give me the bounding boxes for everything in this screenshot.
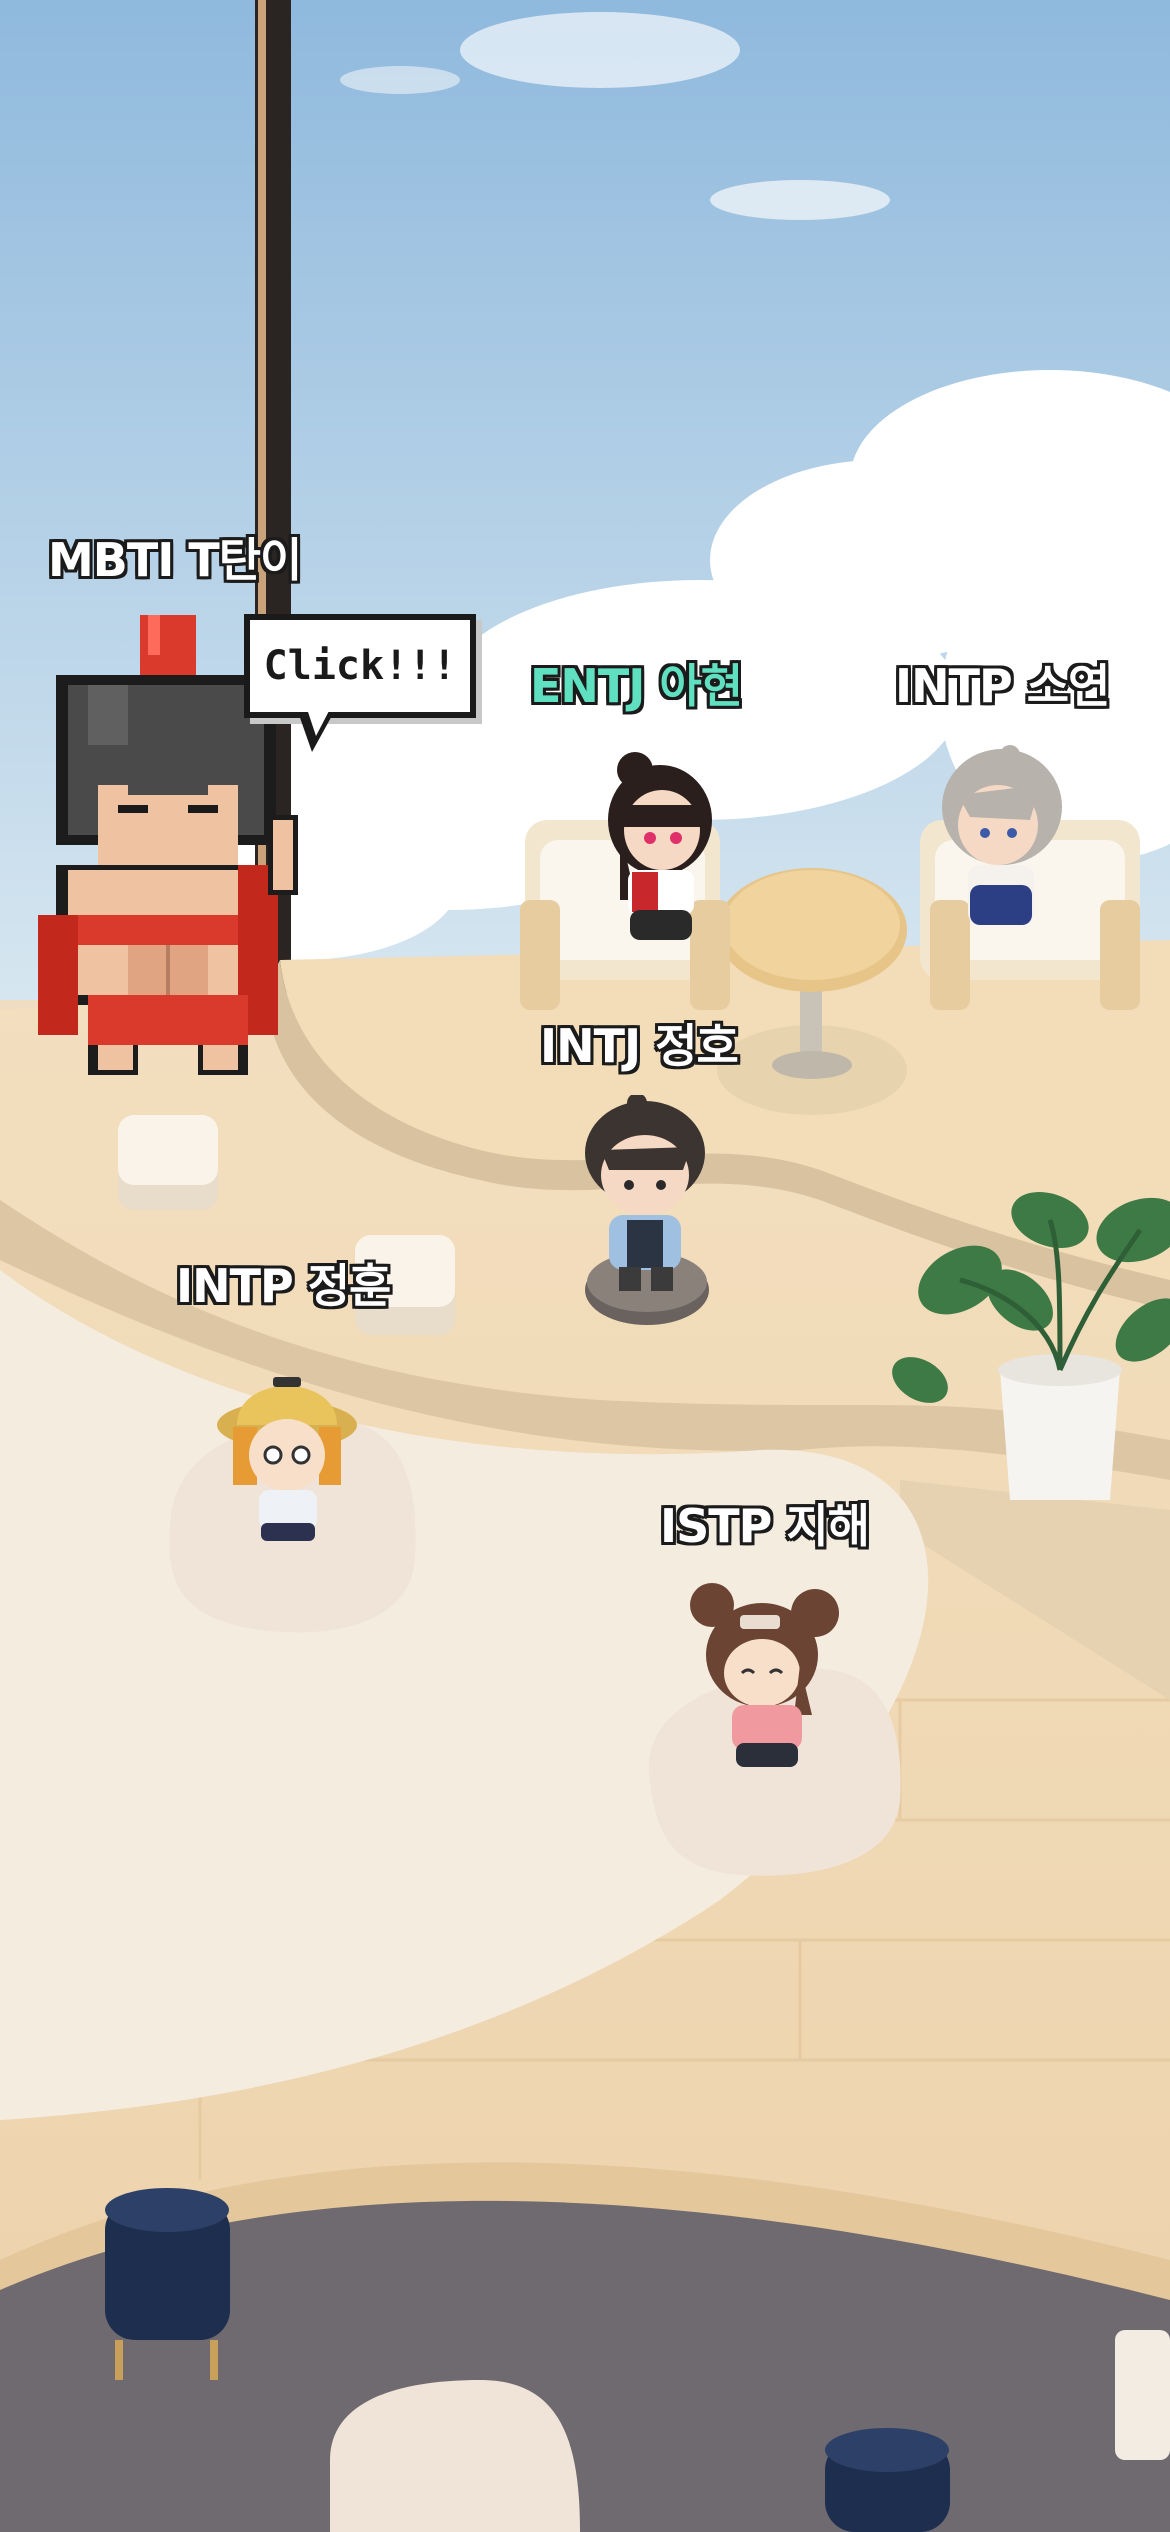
girl-dark-hair-icon: [608, 752, 712, 940]
cloud: [710, 180, 890, 220]
character-name-intp-jeonghun: INTP 정훈: [176, 1259, 391, 1313]
cloud: [340, 66, 460, 94]
character-name-entj: ENTJ 아현: [530, 659, 743, 713]
boy-dark-hair-icon: [585, 1093, 705, 1291]
character-intp-soyeon[interactable]: [930, 745, 1070, 945]
character-entj[interactable]: [590, 750, 720, 950]
bubble-text: Click!!!: [263, 643, 457, 689]
character-istp[interactable]: [690, 1575, 840, 1780]
character-intj[interactable]: [575, 1093, 715, 1305]
stool: [118, 1115, 218, 1210]
game-scene: MBTI T탄이 Click!!! ENTJ 아현 INTP 소연 INTJ 정…: [0, 0, 1170, 2532]
girl-buns-icon: [690, 1583, 839, 1767]
cloud: [460, 12, 740, 88]
character-name-istp: ISTP 지해: [660, 1499, 870, 1553]
character-name-intp-soyeon: INTP 소연: [895, 659, 1110, 713]
cushion: [1115, 2330, 1170, 2460]
boy-gray-hair-icon: [942, 745, 1062, 925]
beanbag: [330, 2380, 580, 2532]
click-speech-bubble[interactable]: Click!!!: [244, 614, 476, 718]
girl-bucket-hat-icon: [217, 1377, 357, 1541]
mascot-name: MBTI T탄이: [48, 533, 302, 587]
navy-stool: [825, 2428, 950, 2532]
bubble-tail-inner: [307, 709, 330, 736]
character-intp-jeonghun[interactable]: [215, 1355, 360, 1545]
character-name-intj: INTJ 정호: [540, 1019, 739, 1073]
